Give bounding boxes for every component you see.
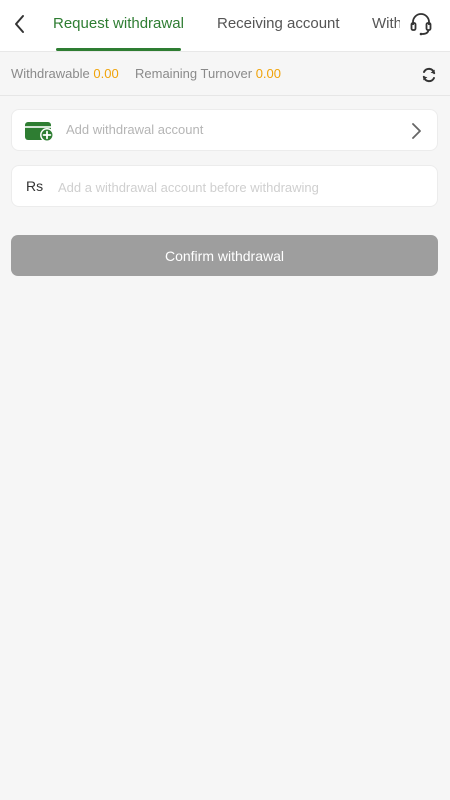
headset-icon xyxy=(410,13,432,36)
active-tab-indicator xyxy=(56,48,181,51)
tab-request-withdrawal[interactable]: Request withdrawal xyxy=(53,15,184,32)
withdrawable-stat: Withdrawable 0.00 xyxy=(11,66,119,81)
refresh-icon xyxy=(422,67,436,83)
tab-receiving-account[interactable]: Receiving account xyxy=(217,15,340,32)
balance-summary: Withdrawable 0.00 Remaining Turnover 0.0… xyxy=(0,53,450,96)
tab-withdrawal-records[interactable]: Withdrawal records xyxy=(372,15,400,32)
withdrawal-amount-input[interactable] xyxy=(58,176,428,198)
remaining-turnover-value: 0.00 xyxy=(255,66,281,81)
refresh-button[interactable] xyxy=(418,64,440,86)
wallet-add-icon xyxy=(25,122,54,142)
customer-support-button[interactable] xyxy=(406,9,436,39)
add-withdrawal-account-label: Add withdrawal account xyxy=(66,122,204,137)
tab-bar: Request withdrawal Receiving account Wit… xyxy=(40,0,400,52)
add-withdrawal-account-row[interactable]: Add withdrawal account xyxy=(11,109,438,151)
withdrawable-label: Withdrawable xyxy=(11,66,90,81)
withdrawal-amount-row: Rs xyxy=(11,165,438,207)
currency-label: Rs xyxy=(26,178,44,194)
withdrawable-value: 0.00 xyxy=(93,66,119,81)
chevron-left-icon xyxy=(15,15,24,33)
remaining-turnover-label: Remaining Turnover xyxy=(135,66,253,81)
confirm-withdrawal-button[interactable]: Confirm withdrawal xyxy=(11,235,438,276)
top-bar: Request withdrawal Receiving account Wit… xyxy=(0,0,450,52)
remaining-turnover-stat: Remaining Turnover 0.00 xyxy=(135,66,281,81)
chevron-right-icon xyxy=(412,123,421,139)
back-button[interactable] xyxy=(8,12,32,36)
